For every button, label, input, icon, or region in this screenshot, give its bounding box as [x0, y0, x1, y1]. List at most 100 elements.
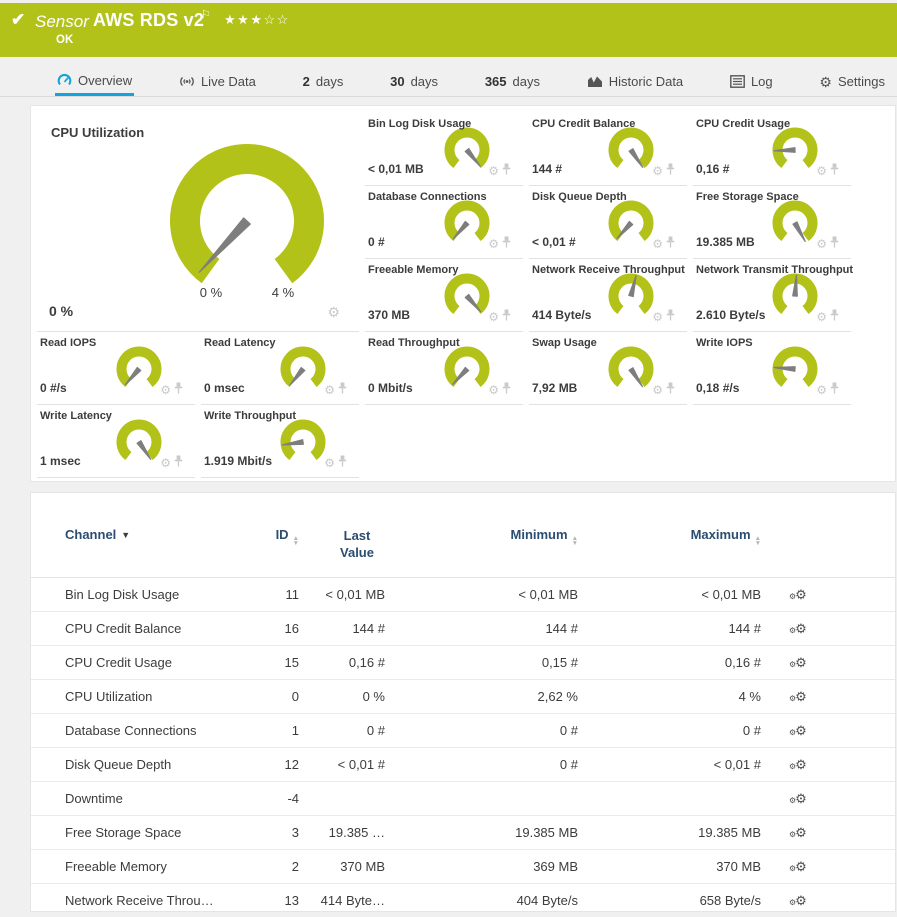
gauge-cell-actions: ⚙: [488, 381, 511, 399]
table-row-disk-queue-depth[interactable]: Disk Queue Depth12< 0,01 #0 #< 0,01 #⚙⚙: [31, 747, 895, 781]
star-outline-icon[interactable]: ☆: [263, 12, 276, 27]
column-header-id[interactable]: ID▲▼: [237, 527, 299, 546]
channel-settings-icon[interactable]: ⚙⚙: [792, 790, 810, 807]
channel-settings-icon[interactable]: ⚙⚙: [792, 620, 810, 637]
gear-icon[interactable]: ⚙: [324, 457, 335, 469]
tab-number: 2: [303, 74, 310, 89]
database-connections-gauge: [441, 196, 493, 248]
tab-2-days[interactable]: 2 days: [301, 67, 346, 96]
gauge-cell-actions: ⚙: [324, 454, 347, 472]
channel-settings-icon[interactable]: ⚙⚙: [792, 756, 810, 773]
gear-icon[interactable]: ⚙: [816, 238, 827, 250]
gear-icon[interactable]: ⚙: [816, 165, 827, 177]
pin-icon[interactable]: [666, 381, 675, 399]
pin-icon[interactable]: [502, 235, 511, 253]
pin-icon[interactable]: [338, 381, 347, 399]
gear-icon[interactable]: ⚙: [160, 384, 171, 396]
gauge-value: < 0,01 #: [532, 235, 576, 249]
channel-settings-icon[interactable]: ⚙⚙: [792, 722, 810, 739]
channel-settings-icon[interactable]: ⚙⚙: [792, 858, 810, 875]
tab-historic-data[interactable]: Historic Data: [585, 67, 685, 96]
star-filled-icon[interactable]: ★: [250, 12, 263, 27]
tab-label: Live Data: [201, 74, 256, 89]
tab-overview[interactable]: Overview: [55, 67, 134, 96]
pin-icon[interactable]: [830, 308, 839, 326]
pin-icon[interactable]: [174, 381, 183, 399]
gauge-cell-actions: ⚙: [816, 162, 839, 180]
gear-icon[interactable]: ⚙: [488, 165, 499, 177]
tab-30-days[interactable]: 30days: [388, 67, 440, 96]
gauge-cell-actions: ⚙: [488, 235, 511, 253]
cell-id: 2: [237, 859, 299, 874]
gear-icon[interactable]: ⚙: [652, 311, 663, 323]
pin-icon[interactable]: [666, 162, 675, 180]
table-row-cpu-credit-usage[interactable]: CPU Credit Usage150,16 #0,15 #0,16 #⚙⚙: [31, 645, 895, 679]
table-row-downtime[interactable]: Downtime-4⚙⚙: [31, 781, 895, 815]
table-row-database-connections[interactable]: Database Connections10 #0 #0 #⚙⚙: [31, 713, 895, 747]
pin-icon[interactable]: [830, 162, 839, 180]
star-filled-icon[interactable]: ★: [224, 12, 237, 27]
gear-icon[interactable]: ⚙: [488, 238, 499, 250]
channel-settings-icon[interactable]: ⚙⚙: [792, 586, 810, 603]
pin-icon[interactable]: [666, 235, 675, 253]
pin-icon[interactable]: [830, 235, 839, 253]
cell-actions: ⚙⚙: [761, 688, 841, 705]
table-row-cpu-credit-balance[interactable]: CPU Credit Balance16144 #144 #144 #⚙⚙: [31, 611, 895, 645]
tab-log[interactable]: Log: [728, 67, 775, 96]
gauge-value: 0 #: [368, 235, 385, 249]
gear-icon[interactable]: ⚙: [488, 311, 499, 323]
table-row-freeable-memory[interactable]: Freeable Memory2370 MB369 MB370 MB⚙⚙: [31, 849, 895, 883]
gauge-title: Freeable Memory: [368, 264, 458, 276]
table-row-network-receive-throu[interactable]: Network Receive Throu…13414 Byte…404 Byt…: [31, 883, 895, 917]
pin-icon[interactable]: [666, 308, 675, 326]
tab-settings[interactable]: ⚙Settings: [817, 67, 887, 96]
pin-icon[interactable]: [502, 162, 511, 180]
star-filled-icon[interactable]: ★: [237, 12, 250, 27]
column-header-last-value[interactable]: Last Value: [299, 527, 385, 561]
gear-icon[interactable]: ⚙: [652, 384, 663, 396]
pin-icon[interactable]: [502, 308, 511, 326]
column-header-channel[interactable]: Channel▼: [65, 527, 237, 542]
column-header-minimum[interactable]: Minimum▲▼: [385, 527, 578, 546]
gear-icon[interactable]: ⚙: [324, 384, 335, 396]
channel-settings-icon[interactable]: ⚙⚙: [792, 824, 810, 841]
gear-icon[interactable]: ⚙: [652, 165, 663, 177]
gauge-title: Bin Log Disk Usage: [368, 118, 471, 130]
star-outline-icon[interactable]: ☆: [277, 12, 290, 27]
gauge-title: Network Receive Throughput: [532, 264, 685, 276]
gauge-cell-read-throughput: Read Throughput0 Mbit/s⚙: [365, 332, 523, 405]
pin-icon[interactable]: [830, 381, 839, 399]
flag-icon[interactable]: ⚐: [201, 8, 211, 21]
gear-icon[interactable]: ⚙: [160, 457, 171, 469]
table-row-free-storage-space[interactable]: Free Storage Space319.385 …19.385 MB19.3…: [31, 815, 895, 849]
channel-settings-icon[interactable]: ⚙⚙: [792, 654, 810, 671]
bin-log-disk-usage-gauge: [441, 123, 493, 175]
channel-settings-icon[interactable]: ⚙⚙: [792, 688, 810, 705]
cell-id: 1: [237, 723, 299, 738]
pin-icon[interactable]: [338, 454, 347, 472]
column-header-maximum[interactable]: Maximum▲▼: [578, 527, 761, 546]
cell-id: 0: [237, 689, 299, 704]
pin-icon[interactable]: [502, 381, 511, 399]
gear-icon[interactable]: ⚙: [816, 311, 827, 323]
gear-icon[interactable]: ⚙: [327, 305, 340, 319]
tab-live-data[interactable]: Live Data: [177, 67, 258, 96]
tab-label: Log: [751, 74, 773, 89]
cell-channel: CPU Utilization: [65, 689, 237, 704]
gauge-cell-actions: ⚙: [324, 381, 347, 399]
star-rating[interactable]: ★★★☆☆: [224, 12, 290, 28]
tab-label: days: [316, 74, 343, 89]
column-label: Channel: [65, 527, 116, 542]
gauge-value: 19.385 MB: [696, 235, 755, 249]
gear-icon[interactable]: ⚙: [652, 238, 663, 250]
sort-icon[interactable]: ▲▼: [755, 537, 761, 546]
gauge-cell-actions: ⚙: [160, 381, 183, 399]
tab-365-days[interactable]: 365days: [483, 67, 542, 96]
cell-id: 3: [237, 825, 299, 840]
table-row-bin-log-disk-usage[interactable]: Bin Log Disk Usage11< 0,01 MB< 0,01 MB< …: [31, 577, 895, 611]
table-row-cpu-utilization[interactable]: CPU Utilization00 %2,62 %4 %⚙⚙: [31, 679, 895, 713]
pin-icon[interactable]: [174, 454, 183, 472]
cell-min: < 0,01 MB: [385, 587, 578, 602]
gear-icon[interactable]: ⚙: [816, 384, 827, 396]
gear-icon[interactable]: ⚙: [488, 384, 499, 396]
